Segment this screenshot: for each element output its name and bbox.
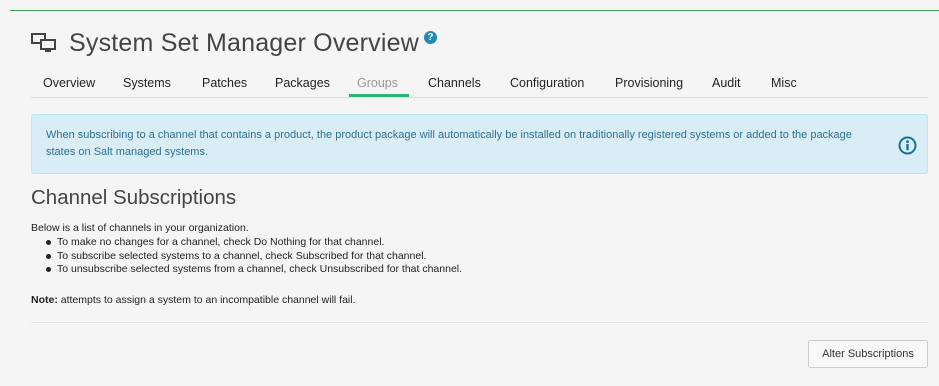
tab-audit[interactable]: Audit [712, 76, 741, 90]
page-title: System Set Manager Overview [69, 28, 419, 57]
tab-overview[interactable]: Overview [43, 76, 95, 90]
system-set-icon [31, 33, 56, 52]
tab-groups[interactable]: Groups [357, 76, 398, 90]
active-tab-indicator [349, 94, 409, 97]
tab-configuration[interactable]: Configuration [510, 76, 584, 90]
top-divider [10, 10, 939, 11]
instructions-list: To make no changes for a channel, check … [46, 236, 462, 277]
intro-text: Below is a list of channels in your orga… [31, 222, 249, 234]
note-text: Note: attempts to assign a system to an … [31, 294, 356, 306]
alert-text-line-2: states on Salt managed systems. [46, 146, 209, 158]
note-label: Note: [31, 294, 58, 306]
info-icon [898, 136, 917, 155]
list-item: To subscribe selected systems to a chann… [46, 250, 462, 264]
note-body: attempts to assign a system to an incomp… [57, 294, 356, 306]
tab-bar: Overview Systems Patches Packages Groups… [31, 72, 928, 98]
list-item: To unsubscribe selected systems from a c… [46, 263, 462, 277]
tab-packages[interactable]: Packages [275, 76, 330, 90]
tab-systems[interactable]: Systems [123, 76, 171, 90]
help-icon[interactable]: ? [423, 30, 437, 44]
section-title: Channel Subscriptions [31, 186, 237, 209]
info-alert: When subscribing to a channel that conta… [31, 114, 928, 174]
footer-divider [31, 322, 928, 323]
tab-misc[interactable]: Misc [771, 76, 797, 90]
alter-subscriptions-button[interactable]: Alter Subscriptions [808, 340, 928, 368]
tab-provisioning[interactable]: Provisioning [615, 76, 683, 90]
tab-channels[interactable]: Channels [428, 76, 481, 90]
alert-text-line-1: When subscribing to a channel that conta… [46, 129, 852, 141]
page-header: System Set Manager Overview ? [31, 26, 437, 60]
list-item: To make no changes for a channel, check … [46, 236, 462, 250]
tab-patches[interactable]: Patches [202, 76, 247, 90]
